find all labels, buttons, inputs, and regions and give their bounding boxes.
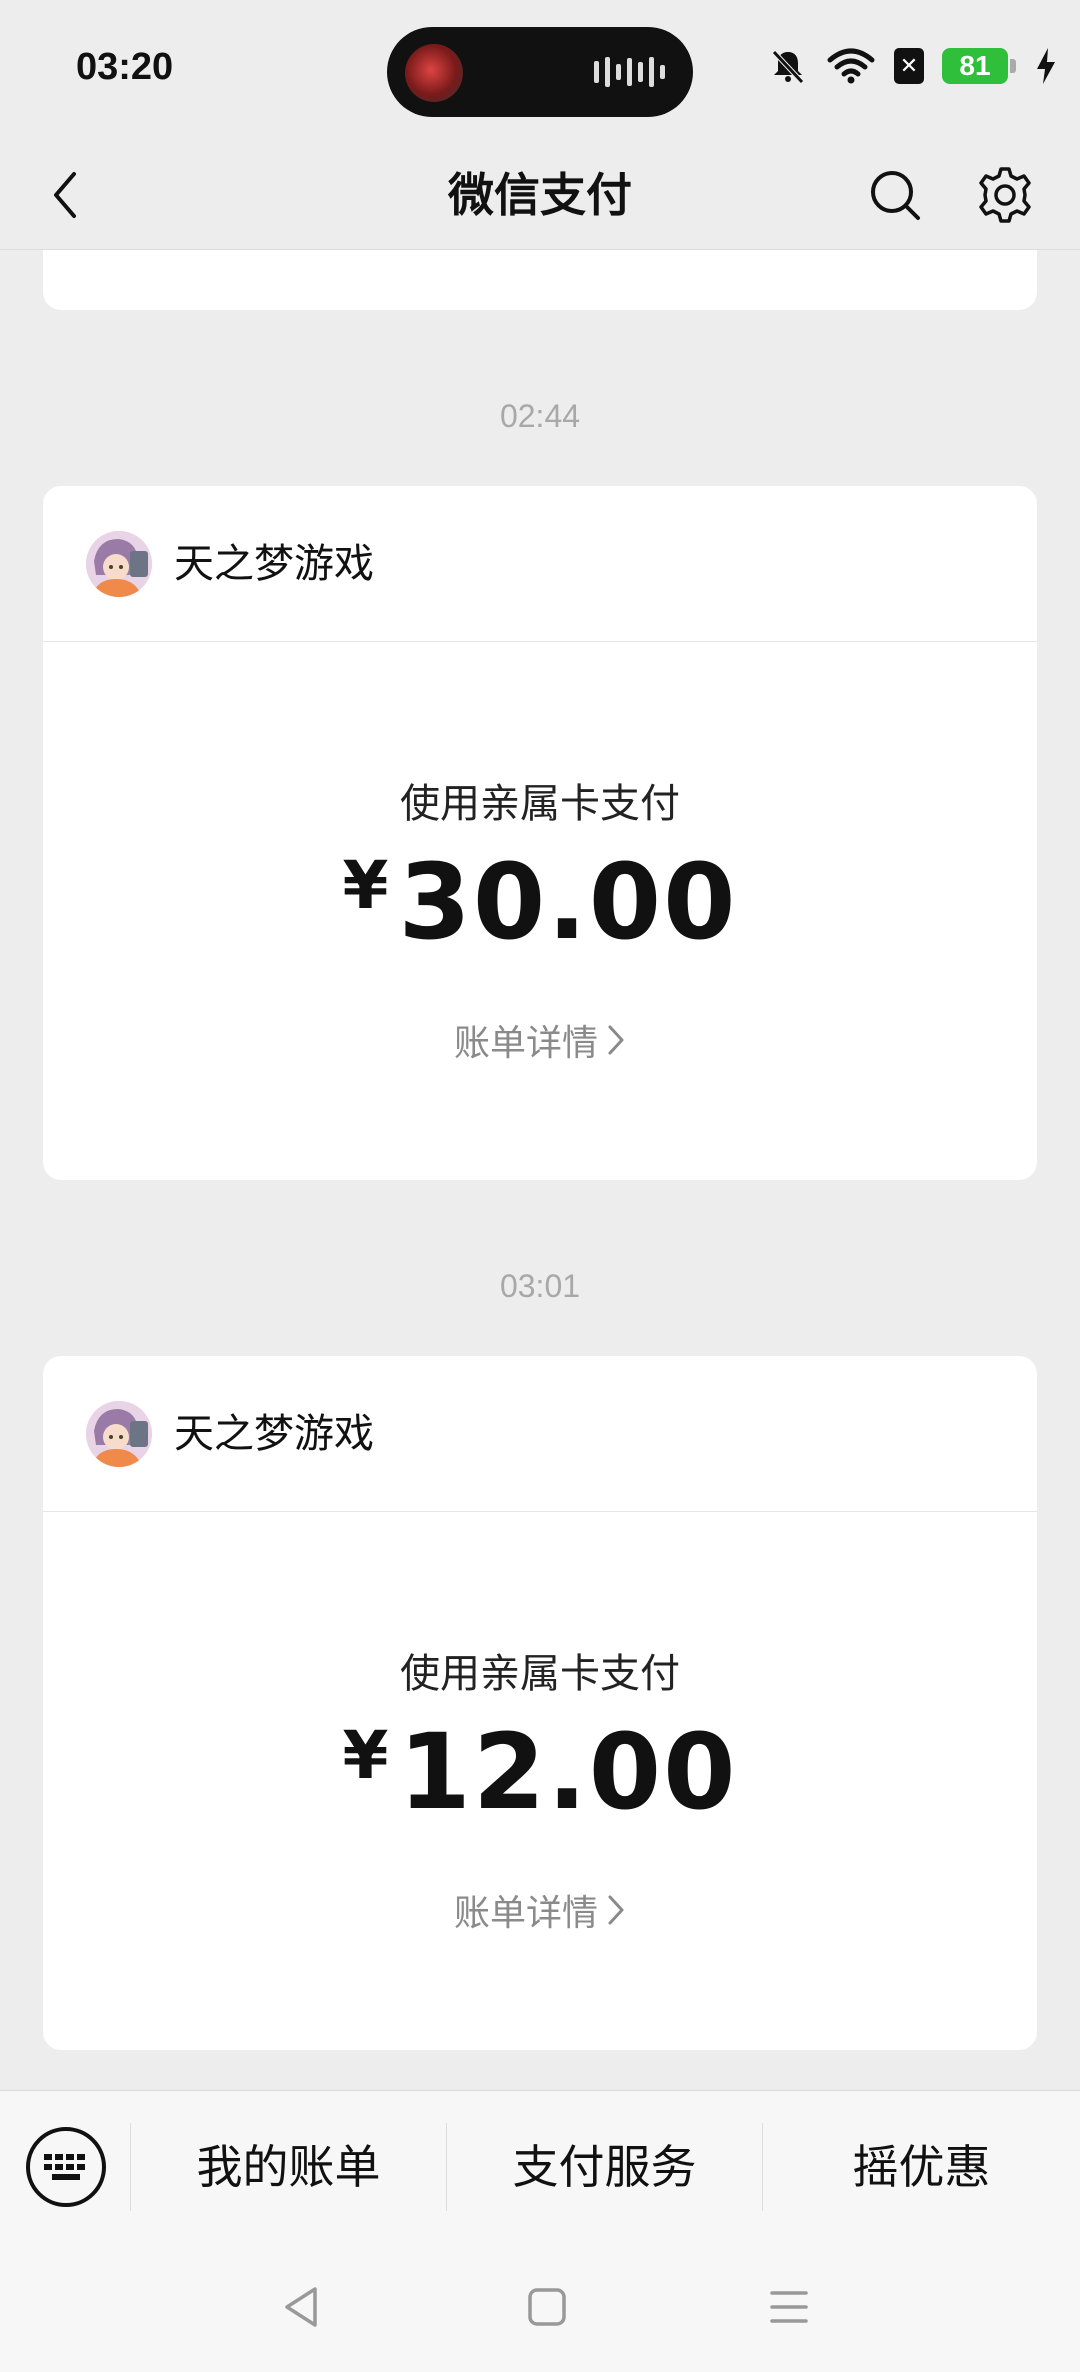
merchant-avatar-image xyxy=(86,1401,152,1467)
merchant-name: 天之梦游戏 xyxy=(174,541,374,587)
menu-payment-services[interactable]: 支付服务 xyxy=(447,2091,762,2243)
menu-my-bills[interactable]: 我的账单 xyxy=(131,2091,446,2243)
merchant-name: 天之梦游戏 xyxy=(174,1411,374,1457)
battery-indicator: 81 xyxy=(942,48,1016,84)
menu-lines-icon xyxy=(770,2291,808,2323)
no-sim-icon: ✕ xyxy=(894,48,924,84)
battery-level: 81 xyxy=(942,48,1008,84)
triangle-back-icon xyxy=(285,2287,317,2327)
amount-value: 12.00 xyxy=(398,1711,738,1833)
chevron-left-icon xyxy=(54,172,76,218)
nav-bar: 微信支付 xyxy=(0,140,1080,250)
system-nav-bar xyxy=(0,2242,1080,2372)
card-header: 天之梦游戏 xyxy=(43,1356,1037,1512)
status-time: 03:20 xyxy=(76,46,174,88)
settings-button[interactable] xyxy=(968,158,1042,232)
card-header: 天之梦游戏 xyxy=(43,486,1037,642)
merchant-avatar[interactable] xyxy=(86,531,152,597)
system-back-button[interactable] xyxy=(266,2272,336,2342)
payment-method: 使用亲属卡支付 xyxy=(400,1651,680,1697)
payment-card[interactable]: 天之梦游戏 使用亲属卡支付 ¥30.00 账单详情 xyxy=(43,486,1037,1180)
merchant-avatar[interactable] xyxy=(86,1401,152,1467)
search-icon xyxy=(871,171,920,220)
chevron-right-icon xyxy=(608,1895,624,1925)
keyboard-icon xyxy=(44,2154,85,2180)
message-timestamp: 03:01 xyxy=(499,1268,581,1304)
battery-tip xyxy=(1010,59,1016,73)
bill-detail-label: 账单详情 xyxy=(453,1023,598,1064)
bill-detail-link[interactable]: 账单详情 xyxy=(43,1014,1037,1066)
square-home-icon xyxy=(528,2288,566,2326)
bill-detail-label: 账单详情 xyxy=(453,1893,598,1934)
gear-icon xyxy=(979,167,1031,223)
bottom-menu: 我的账单 支付服务 摇优惠 xyxy=(0,2090,1080,2242)
system-home-button[interactable] xyxy=(512,2272,582,2342)
audio-wave-icon xyxy=(594,57,665,87)
previous-message-card xyxy=(43,250,1037,310)
dynamic-island[interactable] xyxy=(387,27,693,117)
status-icons: ✕ 81 xyxy=(768,46,1058,86)
status-bar: 03:20 ✕ 81 xyxy=(0,0,1080,140)
menu-shake-offers[interactable]: 摇优惠 xyxy=(763,2091,1080,2243)
payment-amount: ¥30.00 xyxy=(43,841,1037,963)
charging-bolt-icon xyxy=(1037,48,1055,84)
wifi-icon xyxy=(827,48,875,84)
keyboard-toggle-button[interactable] xyxy=(26,2127,106,2207)
search-button[interactable] xyxy=(858,158,932,232)
amount-value: 30.00 xyxy=(398,841,738,963)
message-timestamp: 02:44 xyxy=(499,398,581,434)
payment-card[interactable]: 天之梦游戏 使用亲属卡支付 ¥12.00 账单详情 xyxy=(43,1356,1037,2050)
merchant-avatar-image xyxy=(86,531,152,597)
bill-detail-link[interactable]: 账单详情 xyxy=(43,1884,1037,1936)
mute-bell-icon xyxy=(772,50,804,84)
payment-method: 使用亲属卡支付 xyxy=(400,781,680,827)
payment-amount: ¥12.00 xyxy=(43,1711,1037,1833)
currency-symbol: ¥ xyxy=(342,1717,389,1794)
system-menu-button[interactable] xyxy=(754,2272,824,2342)
back-button[interactable] xyxy=(30,160,100,230)
currency-symbol: ¥ xyxy=(342,847,389,924)
chevron-right-icon xyxy=(608,1025,624,1055)
now-playing-avatar xyxy=(405,44,463,102)
